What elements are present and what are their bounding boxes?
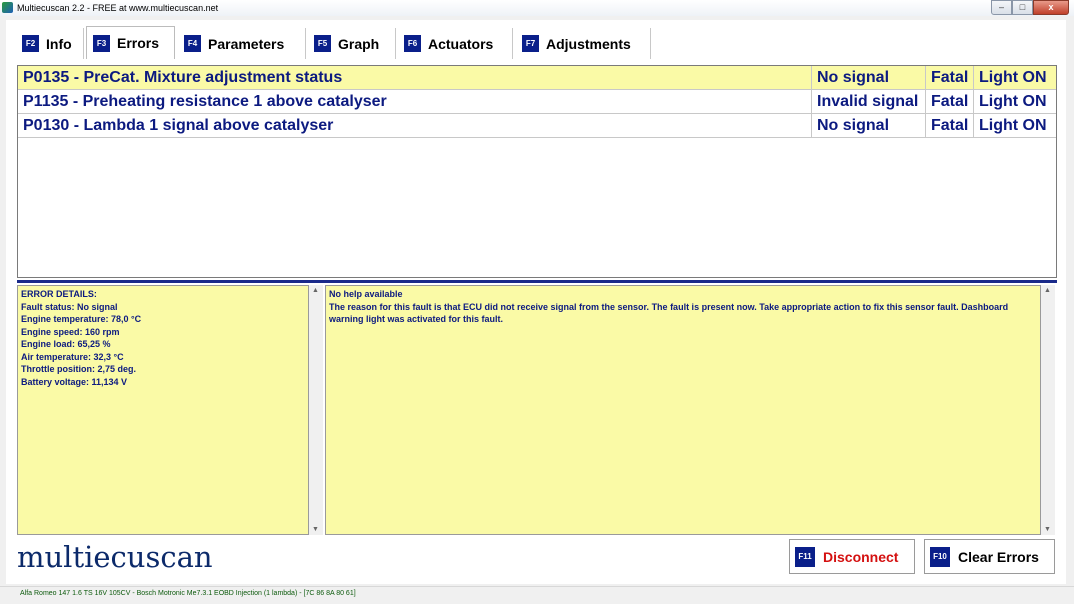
disconnect-button[interactable]: F11 Disconnect xyxy=(789,539,915,574)
maximize-button[interactable]: □ xyxy=(1012,0,1033,15)
error-details-pane[interactable]: ERROR DETAILS: Fault status: No signal E… xyxy=(17,285,309,535)
error-status: No signal xyxy=(812,66,926,89)
error-light: Light ON xyxy=(979,93,1047,110)
details-line: Fault status: No signal xyxy=(21,301,118,312)
details-line: Air temperature: 32,3 °C xyxy=(21,351,124,362)
f11-key-icon: F11 xyxy=(795,546,815,567)
tab-label: Info xyxy=(46,35,72,52)
tab-label: Actuators xyxy=(428,35,494,52)
f3-key-icon: F3 xyxy=(93,34,110,52)
error-description: P0135 - PreCat. Mixture adjustment statu… xyxy=(18,66,812,89)
tab-graph[interactable]: F5 Graph xyxy=(308,28,396,59)
scroll-up-icon[interactable]: ▲ xyxy=(312,287,319,294)
details-line: Battery voltage: 11,134 V xyxy=(21,376,128,387)
error-description: P0130 - Lambda 1 signal above catalyser xyxy=(18,114,812,137)
error-severity: Fatal xyxy=(926,66,974,89)
error-row[interactable]: P0130 - Lambda 1 signal above catalyser … xyxy=(18,114,1056,138)
details-line: Engine load: 65,25 % xyxy=(21,339,111,349)
tab-actuators[interactable]: F6 Actuators xyxy=(398,28,513,59)
error-status: No signal xyxy=(812,114,926,137)
error-table: P0135 - PreCat. Mixture adjustment statu… xyxy=(17,65,1057,278)
main-panel: F2 Info F3 Errors F4 Parameters F5 Graph… xyxy=(6,20,1066,584)
details-line: Throttle position: 2,75 deg. xyxy=(21,364,137,374)
details-scrollbar[interactable]: ▲ ▼ xyxy=(309,285,323,535)
status-text: Alfa Romeo 147 1.6 TS 16V 105CV - Bosch … xyxy=(20,590,356,597)
details-line: Engine speed: 160 rpm xyxy=(21,326,120,337)
error-severity: Fatal xyxy=(926,114,974,137)
tab-label: Adjustments xyxy=(546,35,631,52)
help-title: No help available xyxy=(329,289,403,299)
error-row[interactable]: P0135 - PreCat. Mixture adjustment statu… xyxy=(18,66,1056,90)
f6-key-icon: F6 xyxy=(404,35,421,52)
splitter[interactable] xyxy=(17,280,1057,283)
tab-label: Graph xyxy=(338,35,380,52)
scroll-down-icon[interactable]: ▼ xyxy=(1044,526,1051,533)
f5-key-icon: F5 xyxy=(314,35,331,52)
clear-errors-label: Clear Errors xyxy=(958,548,1039,565)
help-text: The reason for this fault is that ECU di… xyxy=(329,301,1009,325)
scroll-up-icon[interactable]: ▲ xyxy=(1044,287,1051,294)
f4-key-icon: F4 xyxy=(184,35,201,52)
help-pane[interactable]: No help available The reason for this fa… xyxy=(325,285,1041,535)
scroll-down-icon[interactable]: ▼ xyxy=(312,526,319,533)
tab-parameters[interactable]: F4 Parameters xyxy=(178,28,306,59)
tab-adjustments[interactable]: F7 Adjustments xyxy=(516,28,651,59)
close-button[interactable]: x xyxy=(1033,0,1069,15)
f10-key-icon: F10 xyxy=(930,546,950,567)
tab-info[interactable]: F2 Info xyxy=(16,28,84,59)
error-light: Light ON xyxy=(979,117,1047,134)
error-status: Invalid signal xyxy=(812,90,926,113)
status-bar: Alfa Romeo 147 1.6 TS 16V 105CV - Bosch … xyxy=(0,586,1074,604)
f2-key-icon: F2 xyxy=(22,35,39,52)
tab-label: Parameters xyxy=(208,35,285,52)
f7-key-icon: F7 xyxy=(522,35,539,52)
app-icon xyxy=(2,2,13,13)
window-title: Multiecuscan 2.2 - FREE at www.multiecus… xyxy=(17,3,219,13)
tab-errors[interactable]: F3 Errors xyxy=(86,26,175,59)
title-bar: Multiecuscan 2.2 - FREE at www.multiecus… xyxy=(0,0,1074,16)
tab-label: Errors xyxy=(117,35,160,51)
error-severity: Fatal xyxy=(926,90,974,113)
details-line: ERROR DETAILS: xyxy=(21,289,97,299)
logo: multiecuscan xyxy=(17,540,213,574)
details-line: Engine temperature: 78,0 °C xyxy=(21,314,142,324)
help-scrollbar[interactable]: ▲ ▼ xyxy=(1041,285,1055,535)
error-row[interactable]: P1135 - Preheating resistance 1 above ca… xyxy=(18,90,1056,114)
minimize-button[interactable]: – xyxy=(991,0,1012,15)
error-light: Light ON xyxy=(979,69,1047,86)
error-description: P1135 - Preheating resistance 1 above ca… xyxy=(18,90,812,113)
clear-errors-button[interactable]: F10 Clear Errors xyxy=(924,539,1055,574)
disconnect-label: Disconnect xyxy=(823,548,899,565)
